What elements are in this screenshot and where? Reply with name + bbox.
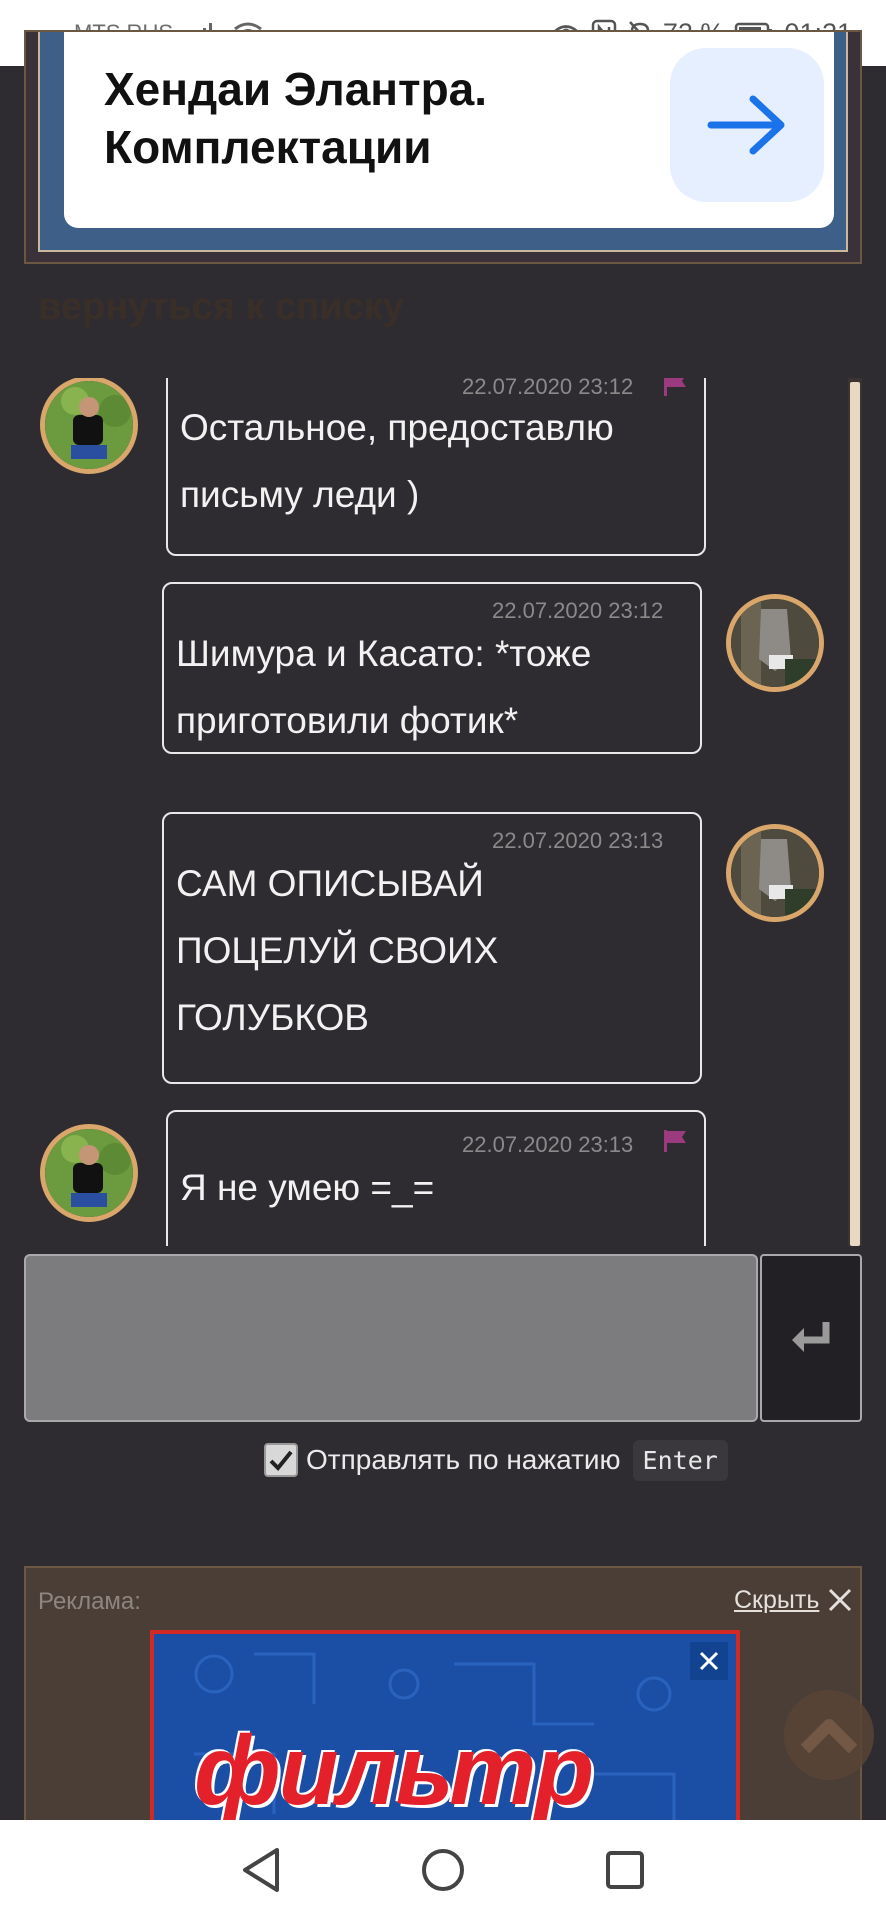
enter-key-hint: Enter [632,1439,728,1481]
send-on-enter-label[interactable]: Отправлять по нажатию [306,1444,621,1476]
top-ad-inner: Хендаи Элантра. Комплектации [38,32,848,252]
avatar[interactable] [726,824,824,922]
chevron-up-icon [800,1719,858,1754]
top-ad-card[interactable]: Хендаи Элантра. Комплектации [64,32,834,228]
banner-close-button[interactable] [690,1642,728,1680]
system-nav-bar [0,1820,886,1920]
chat-messages[interactable]: 22.07.2020 23:12 Остальное, предоставлю … [24,378,862,1246]
arrow-right-icon [707,95,785,155]
scroll-to-top-button[interactable] [784,1690,874,1780]
message-bubble: 22.07.2020 23:12 Шимура и Касато: *тоже … [162,582,702,754]
enter-icon [792,1322,830,1352]
back-to-list-link[interactable]: вернуться к списку [38,286,404,329]
ad-label: Реклама: [38,1588,141,1615]
send-button[interactable] [760,1254,862,1422]
top-ad-frame: Хендаи Элантра. Комплектации [24,30,862,264]
message-text: Шимура и Касато: *тоже приготовили фотик… [176,633,592,741]
avatar[interactable] [726,594,824,692]
nav-home-button[interactable] [408,1835,478,1905]
message-bubble: 22.07.2020 23:12 Остальное, предоставлю … [166,378,706,556]
message-text: САМ ОПИСЫВАЙ ПОЦЕЛУЙ СВОИХ ГОЛУБКОВ [176,863,499,1038]
avatar[interactable] [40,1124,138,1222]
top-ad-title: Хендаи Элантра. Комплектации [104,63,488,173]
checkmark-icon [269,1450,293,1471]
send-on-enter-row: Отправлять по нажатию Enter [264,1438,728,1482]
chat-scrollbar-thumb[interactable] [850,382,860,1246]
message-bubble: 22.07.2020 23:13 САМ ОПИСЫВАЙ ПОЦЕЛУЙ СВ… [162,812,702,1084]
avatar[interactable] [40,378,138,474]
top-ad-arrow-button[interactable] [670,48,824,202]
message-text: Остальное, предоставлю письму леди ) [180,407,614,515]
message-input[interactable] [24,1254,758,1422]
message-bubble: 22.07.2020 23:13 Я не умею =_= [166,1110,706,1246]
close-icon [699,1651,719,1671]
flag-icon[interactable] [662,1130,688,1152]
hide-ad-link[interactable]: Скрыть [734,1586,819,1615]
ad-brand-logo: фильтр [194,1715,594,1825]
back-triangle-icon [243,1848,279,1892]
message-text: Я не умею =_= [180,1167,435,1208]
recents-square-icon [606,1851,644,1889]
close-icon[interactable] [826,1586,854,1614]
home-circle-icon [422,1849,464,1891]
nav-back-button[interactable] [226,1835,296,1905]
send-on-enter-checkbox[interactable] [264,1443,298,1477]
nav-recents-button[interactable] [590,1835,660,1905]
